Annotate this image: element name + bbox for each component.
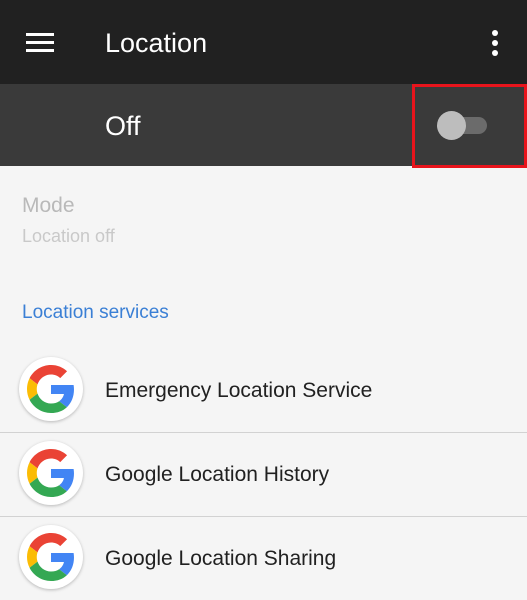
location-toggle-switch[interactable] <box>437 111 491 140</box>
hamburger-menu-icon[interactable] <box>26 33 54 53</box>
google-g-icon <box>19 357 83 421</box>
google-g-icon <box>19 441 83 505</box>
location-services-header: Location services <box>22 302 169 323</box>
master-switch-label: Off <box>105 111 141 141</box>
mode-title: Mode <box>22 194 75 217</box>
more-vert-icon[interactable] <box>485 30 505 56</box>
mode-setting: Mode Location off <box>22 192 115 248</box>
page-title: Location <box>105 28 208 58</box>
service-label: Emergency Location Service <box>105 379 373 402</box>
list-item-emergency-location-service[interactable]: Emergency Location Service <box>0 349 527 433</box>
list-item-google-location-history[interactable]: Google Location History <box>0 433 527 517</box>
location-services-list: Emergency Location Service Google Locati… <box>0 349 527 600</box>
toggle-thumb <box>437 111 466 140</box>
mode-subtitle: Location off <box>22 226 115 246</box>
app-toolbar: Location <box>0 0 527 84</box>
service-label: Google Location Sharing <box>105 547 337 570</box>
list-item-google-location-sharing[interactable]: Google Location Sharing <box>0 517 527 600</box>
service-label: Google Location History <box>105 463 330 486</box>
google-g-icon <box>19 525 83 589</box>
location-master-switch-bar[interactable]: Off <box>0 84 527 168</box>
